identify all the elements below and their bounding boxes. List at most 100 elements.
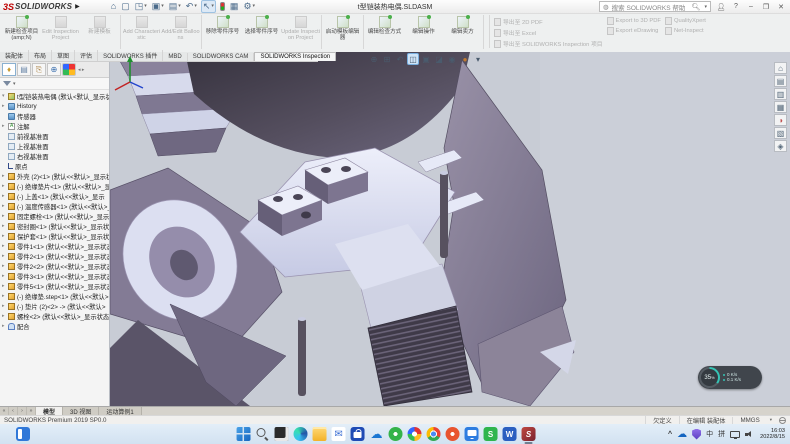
tree-item[interactable]: ▸零件2<2> (默认<<默认>_显示状态 — [0, 261, 109, 271]
previous-view-icon[interactable]: ↶ — [394, 53, 406, 65]
file-explorer-icon[interactable]: ▥ — [774, 88, 787, 100]
browser-green-taskbar-icon[interactable] — [389, 427, 403, 441]
dimxpert-manager-tab[interactable]: ⊕ — [47, 63, 61, 76]
browser-360-taskbar-icon[interactable] — [408, 427, 422, 441]
3d-viewport[interactable]: ⊕⊞↶◫▣◪◉●▾ ⌂▤▥▦◑▧◈ 35% 0 K/s 0.1 K/s — [110, 52, 790, 406]
tree-item[interactable]: ▸(-) 上盖<1> (默认<<默认>_显示 — [0, 191, 109, 201]
tree-item[interactable]: 原点 — [0, 161, 109, 171]
tab-scroll-arrows[interactable]: ◂ ▸ — [78, 67, 84, 73]
tree-item[interactable]: ▸固定螺栓<1> (默认<<默认>_显示 — [0, 211, 109, 221]
task-view-taskbar-icon[interactable] — [275, 427, 289, 441]
web-help-globe-icon[interactable] — [779, 417, 786, 424]
units-dropdown-icon[interactable]: ▾ — [770, 417, 772, 423]
tree-item[interactable]: 传感器 — [0, 111, 109, 121]
quality-item[interactable]: QualityXpert — [665, 17, 706, 25]
onedrive-taskbar-icon[interactable]: ☁ — [370, 427, 384, 441]
options-dropdown-icon[interactable]: ▾ — [253, 4, 256, 9]
property-manager-tab[interactable]: ▤ — [17, 63, 31, 76]
performance-badge[interactable]: 35% 0 K/s 0.1 K/s — [698, 366, 762, 389]
export-en-item[interactable]: Export eDrawing — [607, 27, 661, 35]
ribbon-button[interactable]: Update Inspection Project — [281, 15, 320, 41]
design-library-icon[interactable]: ▤ — [774, 75, 787, 87]
undo-dropdown-icon[interactable]: ▾ — [194, 4, 197, 9]
file-properties-icon[interactable]: ▦ — [229, 1, 240, 12]
tree-item[interactable]: ▸(-) 温度传感器<1> (默认<<默认>_ — [0, 201, 109, 211]
display-tray-icon[interactable] — [730, 431, 740, 438]
appearances-icon[interactable]: ◑ — [774, 114, 787, 126]
filter-dropdown-icon[interactable]: ▾ — [13, 81, 16, 87]
view-settings-icon[interactable]: ▾ — [472, 53, 484, 65]
export-cn-item[interactable]: 导出至 SOLIDWORKS Inspection 项目 — [494, 39, 603, 48]
configuration-manager-tab[interactable]: ⎘ — [32, 63, 46, 76]
search-icon[interactable]: 🔍︎ — [692, 3, 701, 11]
home-icon[interactable]: ⌂ — [774, 62, 787, 74]
zoom-area-icon[interactable]: ⊞ — [381, 53, 393, 65]
tab-评估[interactable]: 评估 — [75, 50, 98, 61]
export-cn-item[interactable]: 导出至 Excel — [494, 28, 603, 37]
open-dropdown-icon[interactable]: ▾ — [144, 4, 147, 9]
rebuild-icon[interactable] — [219, 1, 226, 12]
display-manager-tab[interactable]: ● — [62, 63, 76, 76]
tree-item[interactable]: ▸(-) 绝缘垫.step<1> (默认<<默认> — [0, 291, 109, 301]
chrome-taskbar-icon[interactable] — [427, 427, 441, 441]
tab-布局[interactable]: 布局 — [29, 50, 52, 61]
save-dropdown-icon[interactable]: ▾ — [161, 4, 164, 9]
pc-manager-taskbar-icon[interactable] — [465, 427, 479, 441]
close-button[interactable]: ✕ — [776, 3, 786, 11]
app-w-taskbar-icon[interactable]: W — [503, 427, 517, 441]
security-shield-icon[interactable] — [692, 429, 701, 440]
tree-item[interactable]: ▸零件5<1> (默认<<默认>_显示状态 — [0, 281, 109, 291]
hide-show-items-icon[interactable]: ◉ — [446, 53, 458, 65]
search-taskbar-icon[interactable] — [256, 427, 270, 441]
tab-装配体[interactable]: 装配体 — [0, 50, 29, 61]
tree-item[interactable]: ▸零件3<1> (默认<<默认>_显示状态 — [0, 271, 109, 281]
print-icon[interactable]: ▤▾ — [168, 1, 182, 12]
ribbon-button[interactable]: Add/Edit Balloons — [161, 15, 200, 41]
ribbon-button[interactable]: 新建模板 — [80, 15, 119, 35]
widgets-icon[interactable] — [16, 427, 30, 441]
tab-草图[interactable]: 草图 — [52, 50, 75, 61]
search-dropdown-icon[interactable]: ▾ — [704, 4, 707, 10]
edit-appearance-icon[interactable]: ● — [459, 53, 471, 65]
ime-mode-indicator[interactable]: 拼 — [718, 429, 725, 439]
tree-item[interactable]: ▸螺栓<2> (默认<<默认>_显示状态 — [0, 311, 109, 321]
select-cursor-dropdown-icon[interactable]: ▾ — [211, 4, 214, 9]
section-view-icon[interactable]: ◫ — [407, 53, 419, 65]
export-en-item[interactable]: Export to 3D PDF — [607, 17, 661, 25]
ime-language-indicator[interactable]: 中 — [706, 429, 713, 439]
tree-item[interactable]: ▸外壳 (2)<1> (默认<<默认>_显示状 — [0, 171, 109, 181]
tab-SOLIDWORKS CAM[interactable]: SOLIDWORKS CAM — [188, 53, 255, 61]
file-explorer-taskbar-icon[interactable] — [313, 427, 327, 441]
ribbon-button[interactable]: Edit Inspection Project — [41, 15, 80, 41]
login-icon[interactable]: 👤︎ — [716, 3, 726, 11]
ribbon-button[interactable]: 移除零件序号 — [203, 15, 242, 35]
feature-manager-tab[interactable]: ♦ — [2, 63, 16, 76]
ribbon-button[interactable]: 编辑检查方式 — [365, 15, 404, 35]
onedrive-tray-icon[interactable]: ☁ — [677, 429, 687, 440]
ribbon-button[interactable]: 编辑操作 — [404, 15, 443, 35]
store-taskbar-icon[interactable] — [351, 427, 365, 441]
ribbon-button[interactable]: 选择零件序号 — [242, 15, 281, 35]
tree-item[interactable]: ▸(-) 绝缘垫片<1> (默认<<默认>_显 — [0, 181, 109, 191]
home-icon[interactable]: ⌂ — [110, 1, 117, 12]
display-style-icon[interactable]: ◪ — [433, 53, 445, 65]
forum-icon[interactable]: ◈ — [774, 140, 787, 152]
export-cn-item[interactable]: 导出至 2D PDF — [494, 17, 603, 26]
ribbon-button[interactable]: 新建检查项目 (amp;N) — [2, 15, 41, 41]
ribbon-button[interactable]: 启动模板编辑器 — [323, 15, 362, 41]
start-taskbar-icon[interactable] — [237, 427, 251, 441]
doc-tab-模型[interactable]: 模型 — [36, 407, 63, 415]
tree-item[interactable]: 上视基准面 — [0, 141, 109, 151]
save-icon[interactable]: ▣▾ — [151, 1, 165, 12]
tree-item[interactable]: ▸注解 — [0, 121, 109, 131]
search-input[interactable]: ◍ 搜索 SOLIDWORKS 帮助 🔍︎ ▾ — [599, 1, 711, 12]
print-dropdown-icon[interactable]: ▾ — [178, 4, 181, 9]
minimize-button[interactable]: – — [746, 3, 756, 10]
doc-tab-scroll-0[interactable]: « — [0, 407, 9, 415]
tree-item[interactable]: ▸密封圈<1> (默认<<默认>_显示状 — [0, 221, 109, 231]
open-icon[interactable]: ◳▾ — [134, 1, 148, 12]
clock[interactable]: 16:03 2022/8/15 — [760, 428, 785, 441]
doc-tab-运动算例1[interactable]: 运动算例1 — [99, 407, 141, 415]
solidworks-taskbar-icon[interactable]: S — [522, 427, 536, 441]
zoom-fit-icon[interactable]: ⊕ — [368, 53, 380, 65]
